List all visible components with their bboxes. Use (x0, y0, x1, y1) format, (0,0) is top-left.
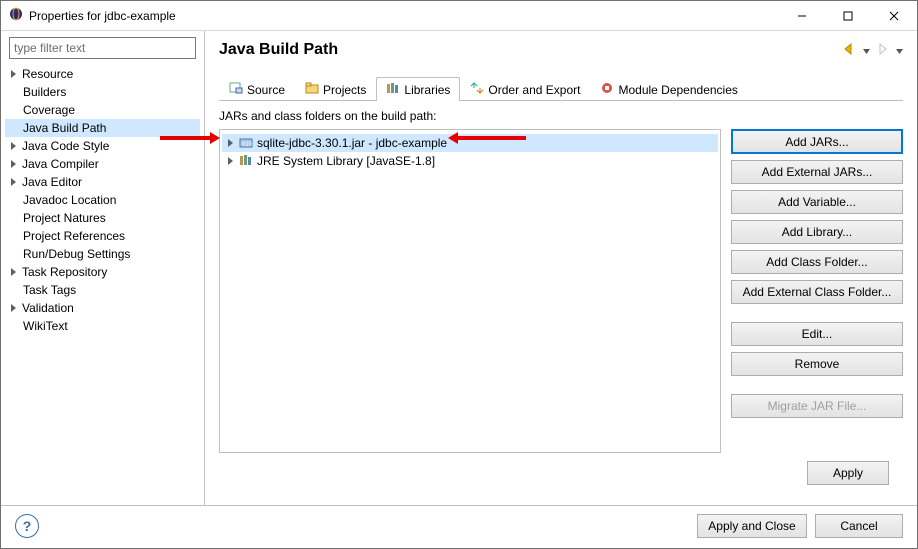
sidebar-item-label: Java Editor (22, 175, 82, 189)
add-jars-button[interactable]: Add JARs... (731, 129, 903, 154)
expand-icon[interactable] (228, 157, 233, 165)
window-title: Properties for jdbc-example (29, 9, 176, 23)
edit-button[interactable]: Edit... (731, 322, 903, 346)
expand-icon[interactable] (228, 139, 233, 147)
tab-module-dependencies[interactable]: Module Dependencies (590, 77, 747, 101)
tab-icon (229, 82, 243, 97)
sidebar-item-label: Project Natures (23, 211, 106, 225)
minimize-button[interactable] (779, 1, 825, 30)
sidebar-item-label: Task Tags (23, 283, 76, 297)
forward-menu-icon[interactable] (896, 43, 903, 57)
sidebar-item-project-natures[interactable]: Project Natures (5, 209, 200, 227)
help-icon[interactable]: ? (15, 514, 39, 538)
entry-label: sqlite-jdbc-3.30.1.jar - jdbc-example (257, 136, 447, 150)
tab-label: Source (247, 83, 285, 97)
add-external-jars-button[interactable]: Add External JARs... (731, 160, 903, 184)
sidebar-item-label: Java Build Path (23, 121, 106, 135)
apply-button[interactable]: Apply (807, 461, 889, 485)
tab-icon (305, 82, 319, 97)
classpath-entry[interactable]: 010 sqlite-jdbc-3.30.1.jar - jdbc-example (222, 134, 718, 152)
tab-libraries[interactable]: Libraries (376, 77, 460, 101)
remove-button[interactable]: Remove (731, 352, 903, 376)
tab-icon (470, 82, 484, 97)
sidebar-item-validation[interactable]: Validation (5, 299, 200, 317)
tab-label: Order and Export (488, 83, 580, 97)
dialog-footer: ? Apply and Close Cancel (1, 506, 917, 548)
sidebar-item-label: Validation (22, 301, 74, 315)
tab-icon (386, 82, 400, 97)
sidebar-item-wikitext[interactable]: WikiText (5, 317, 200, 335)
sidebar-item-label: Run/Debug Settings (23, 247, 130, 261)
sidebar-item-label: WikiText (23, 319, 68, 333)
apply-and-close-button[interactable]: Apply and Close (697, 514, 807, 538)
entry-label: JRE System Library [JavaSE-1.8] (257, 154, 435, 168)
tab-bar: Source Projects Libraries Order and Export M… (219, 75, 903, 101)
sidebar-item-project-references[interactable]: Project References (5, 227, 200, 245)
tab-order-and-export[interactable]: Order and Export (460, 77, 590, 101)
tab-icon (600, 82, 614, 97)
classpath-list[interactable]: 010 sqlite-jdbc-3.30.1.jar - jdbc-example… (219, 129, 721, 453)
sidebar-item-task-repository[interactable]: Task Repository (5, 263, 200, 281)
sidebar-item-javadoc-location[interactable]: Javadoc Location (5, 191, 200, 209)
sidebar-item-builders[interactable]: Builders (5, 83, 200, 101)
tab-label: Projects (323, 83, 366, 97)
back-menu-icon[interactable] (863, 43, 870, 57)
titlebar: Properties for jdbc-example (1, 1, 917, 31)
property-tree: Resource Builders Coverage Java Build Path J… (1, 65, 204, 335)
sidebar-item-label: Java Compiler (22, 157, 99, 171)
sidebar-item-label: Builders (23, 85, 66, 99)
sidebar-item-resource[interactable]: Resource (5, 65, 200, 83)
add-library-button[interactable]: Add Library... (731, 220, 903, 244)
tab-label: Module Dependencies (618, 83, 737, 97)
add-external-class-folder-button[interactable]: Add External Class Folder... (731, 280, 903, 304)
sidebar-item-label: Coverage (23, 103, 75, 117)
sidebar-item-label: Resource (22, 67, 73, 81)
back-icon[interactable] (843, 43, 857, 58)
entry-icon: 010 (239, 136, 253, 151)
list-caption: JARs and class folders on the build path… (219, 109, 903, 123)
main-panel: Java Build Path Source Projects Libraries O… (205, 31, 917, 505)
sidebar-item-java-editor[interactable]: Java Editor (5, 173, 200, 191)
sidebar-item-java-compiler[interactable]: Java Compiler (5, 155, 200, 173)
add-variable-button[interactable]: Add Variable... (731, 190, 903, 214)
migrate-jar-button: Migrate JAR File... (731, 394, 903, 418)
forward-icon[interactable] (876, 43, 890, 58)
classpath-entry[interactable]: JRE System Library [JavaSE-1.8] (222, 152, 718, 170)
tab-source[interactable]: Source (219, 77, 295, 101)
page-title: Java Build Path (219, 41, 843, 59)
add-class-folder-button[interactable]: Add Class Folder... (731, 250, 903, 274)
sidebar-item-coverage[interactable]: Coverage (5, 101, 200, 119)
sidebar-item-task-tags[interactable]: Task Tags (5, 281, 200, 299)
sidebar-item-java-build-path[interactable]: Java Build Path (5, 119, 200, 137)
sidebar-item-label: Project References (23, 229, 125, 243)
svg-text:010: 010 (242, 142, 253, 148)
sidebar-item-label: Javadoc Location (23, 193, 116, 207)
sidebar-item-label: Java Code Style (22, 139, 109, 153)
sidebar-item-run-debug-settings[interactable]: Run/Debug Settings (5, 245, 200, 263)
entry-icon (239, 154, 253, 169)
tab-projects[interactable]: Projects (295, 77, 376, 101)
close-button[interactable] (871, 1, 917, 30)
sidebar-item-java-code-style[interactable]: Java Code Style (5, 137, 200, 155)
sidebar-item-label: Task Repository (22, 265, 107, 279)
tab-label: Libraries (404, 83, 450, 97)
cancel-button[interactable]: Cancel (815, 514, 903, 538)
button-column: Add JARs... Add External JARs... Add Var… (731, 129, 903, 453)
sidebar: type filter text Resource Builders Coverag… (1, 31, 205, 505)
filter-input[interactable]: type filter text (9, 37, 196, 59)
eclipse-icon (9, 7, 23, 24)
properties-dialog: Properties for jdbc-example type filter … (0, 0, 918, 549)
maximize-button[interactable] (825, 1, 871, 30)
